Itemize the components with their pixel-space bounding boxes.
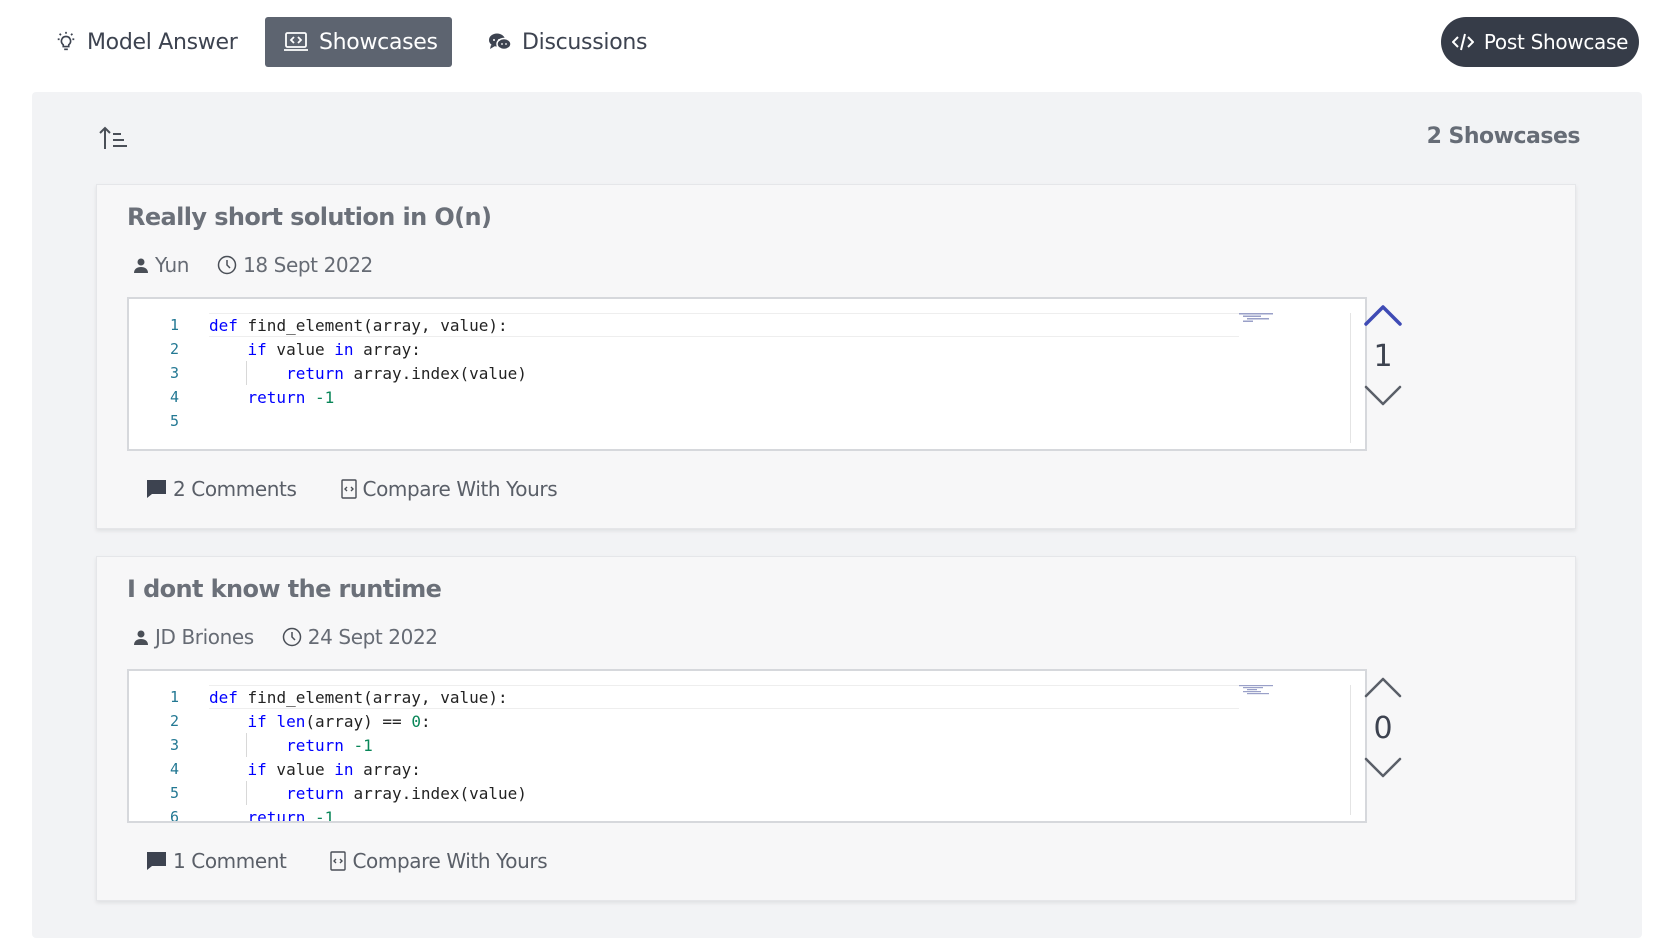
compare-label: Compare With Yours	[362, 477, 558, 501]
downvote-chevron-down-icon[interactable]	[1363, 755, 1403, 779]
post-date: 18 Sept 2022	[243, 253, 373, 277]
code-line: 5	[129, 409, 1299, 433]
author-name: Yun	[155, 253, 190, 277]
showcases-panel: 2 Showcases Really short solution in O(n…	[32, 92, 1642, 938]
code-line: 3 return array.index(value)	[129, 361, 1299, 385]
vote-score: 0	[1373, 711, 1393, 746]
code-minimap	[1239, 685, 1273, 695]
editor-scrollbar[interactable]	[1350, 685, 1351, 815]
upvote-chevron-up-icon[interactable]	[1363, 303, 1403, 327]
clock-icon	[282, 627, 302, 647]
showcase-tab-bar: Model Answer Showcases Discussions Post …	[0, 0, 1667, 92]
author-name: JD Briones	[155, 625, 254, 649]
author: Yun	[133, 253, 189, 277]
user-icon	[134, 630, 148, 645]
code-file-icon	[330, 851, 347, 871]
compare-label: Compare With Yours	[352, 849, 548, 873]
upvote-chevron-up-icon[interactable]	[1363, 675, 1403, 699]
code-line: 6 return -1	[129, 805, 1299, 823]
code-line: 1 def find_element(array, value):	[129, 685, 1299, 709]
code-lines: 1 def find_element(array, value): 2 if le…	[129, 685, 1299, 823]
line-number: 4	[169, 760, 179, 778]
line-number: 5	[169, 412, 179, 430]
showcase-meta: JD Briones 24 Sept 2022	[133, 625, 466, 649]
sort-ascending-icon[interactable]	[98, 124, 128, 152]
editor-scrollbar[interactable]	[1350, 313, 1351, 443]
tab-showcases-label: Showcases	[319, 29, 438, 55]
tab-discussions[interactable]: Discussions	[470, 17, 665, 67]
tab-showcases[interactable]: Showcases	[265, 17, 452, 67]
line-number: 4	[169, 388, 179, 406]
date: 18 Sept 2022	[217, 253, 373, 277]
code-editor[interactable]: 1 def find_element(array, value): 2 if le…	[127, 669, 1367, 823]
post-date: 24 Sept 2022	[307, 625, 438, 649]
comments-label: 1 Comment	[173, 849, 287, 873]
code-line: 2 if len(array) == 0:	[129, 709, 1299, 733]
line-number: 6	[169, 808, 179, 823]
code-editor[interactable]: 1 def find_element(array, value): 2 if va…	[127, 297, 1367, 451]
code-icon	[1451, 33, 1474, 51]
compare-link[interactable]: Compare With Yours	[330, 849, 548, 873]
showcase-card: I dont know the runtime JD Briones 24 Se…	[96, 556, 1576, 901]
downvote-chevron-down-icon[interactable]	[1363, 383, 1403, 407]
compare-link[interactable]: Compare With Yours	[340, 477, 558, 501]
vote-widget: 1	[1361, 303, 1405, 407]
line-number: 2	[169, 712, 179, 730]
line-number: 1	[169, 688, 179, 706]
line-number: 3	[169, 736, 179, 754]
tab-discussions-label: Discussions	[522, 29, 648, 55]
code-line: 2 if value in array:	[129, 337, 1299, 361]
comments-link[interactable]: 1 Comment	[145, 849, 287, 873]
author: JD Briones	[133, 625, 254, 649]
line-number: 3	[169, 364, 179, 382]
showcase-actions: 2 Comments Compare With Yours	[145, 477, 601, 501]
vote-score: 1	[1373, 339, 1393, 374]
laptop-code-icon	[284, 32, 308, 51]
showcase-title: Really short solution in O(n)	[127, 203, 492, 231]
comment-icon	[146, 480, 166, 498]
tab-model-answer[interactable]: Model Answer	[37, 17, 255, 67]
code-line: 4 if value in array:	[129, 757, 1299, 781]
showcase-meta: Yun 18 Sept 2022	[133, 253, 401, 277]
post-showcase-button[interactable]: Post Showcase	[1441, 17, 1639, 67]
comment-icon	[146, 852, 166, 870]
line-number: 1	[169, 316, 179, 334]
showcase-title: I dont know the runtime	[127, 575, 442, 603]
code-file-icon	[340, 479, 357, 499]
lightbulb-icon	[57, 31, 75, 51]
code-line: 5 return array.index(value)	[129, 781, 1299, 805]
line-number: 5	[169, 784, 179, 802]
code-line: 4 return -1	[129, 385, 1299, 409]
tab-model-answer-label: Model Answer	[87, 29, 238, 55]
post-showcase-label: Post Showcase	[1483, 30, 1629, 54]
code-line: 3 return -1	[129, 733, 1299, 757]
comments-label: 2 Comments	[173, 477, 297, 501]
showcase-card: Really short solution in O(n) Yun 18 Sep…	[96, 184, 1576, 529]
user-icon	[134, 258, 148, 273]
showcase-actions: 1 Comment Compare With Yours	[145, 849, 591, 873]
code-lines: 1 def find_element(array, value): 2 if va…	[129, 313, 1299, 433]
comments-link[interactable]: 2 Comments	[145, 477, 297, 501]
vote-widget: 0	[1361, 675, 1405, 779]
showcase-count: 2 Showcases	[1426, 124, 1581, 149]
code-line: 1 def find_element(array, value):	[129, 313, 1299, 337]
date: 24 Sept 2022	[282, 625, 438, 649]
clock-icon	[217, 255, 237, 275]
code-minimap	[1239, 313, 1273, 322]
line-number: 2	[169, 340, 179, 358]
chat-bubbles-icon	[489, 33, 512, 51]
